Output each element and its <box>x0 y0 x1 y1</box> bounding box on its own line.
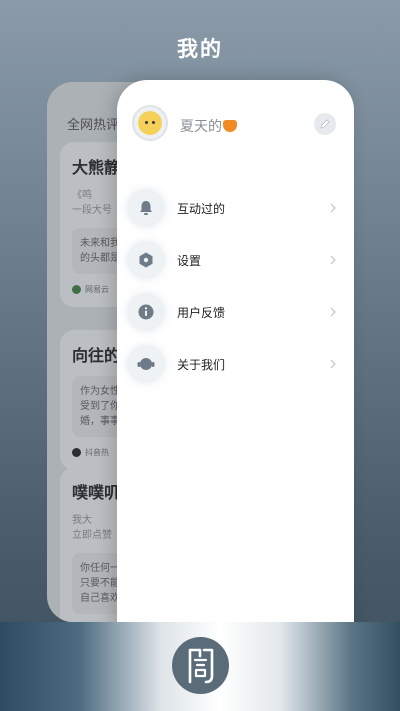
username[interactable]: 夏天的 <box>180 116 237 136</box>
bell-icon <box>129 191 163 225</box>
info-icon <box>129 295 163 329</box>
tiktok-icon <box>72 448 81 457</box>
chevron-right-icon <box>327 306 339 318</box>
menu-item-interactions[interactable]: 互动过的 <box>129 188 339 228</box>
profile-menu-card: 夏天的 互动过的 设置 用户反馈 关于我们 <box>117 80 354 640</box>
menu-item-label: 设置 <box>177 253 202 268</box>
app-logo-button[interactable] <box>172 637 229 694</box>
menu-item-settings[interactable]: 设置 <box>129 240 339 280</box>
page-title: 我的 <box>177 37 223 61</box>
pencil-icon <box>320 119 330 129</box>
edit-profile-button[interactable] <box>314 113 336 135</box>
menu-item-label: 互动过的 <box>177 201 226 216</box>
headset-icon <box>129 347 163 381</box>
feed-source-label: 抖音热 <box>85 448 109 457</box>
chevron-right-icon <box>327 254 339 266</box>
avatar-face-icon <box>138 111 162 135</box>
chevron-right-icon <box>327 202 339 214</box>
username-text: 夏天的 <box>180 119 222 135</box>
app-logo-icon <box>188 648 213 683</box>
avatar[interactable] <box>132 105 168 141</box>
menu-item-label: 关于我们 <box>177 357 226 372</box>
feed-header: 全网热评 <box>67 118 120 133</box>
fox-emoji-icon <box>223 120 237 132</box>
feed-source-label: 网易云 <box>85 285 109 294</box>
music-icon <box>72 285 81 294</box>
menu-item-label: 用户反馈 <box>177 305 226 320</box>
menu-item-about[interactable]: 关于我们 <box>129 344 339 384</box>
menu-item-feedback[interactable]: 用户反馈 <box>129 292 339 332</box>
settings-icon <box>129 243 163 277</box>
chevron-right-icon <box>327 358 339 370</box>
